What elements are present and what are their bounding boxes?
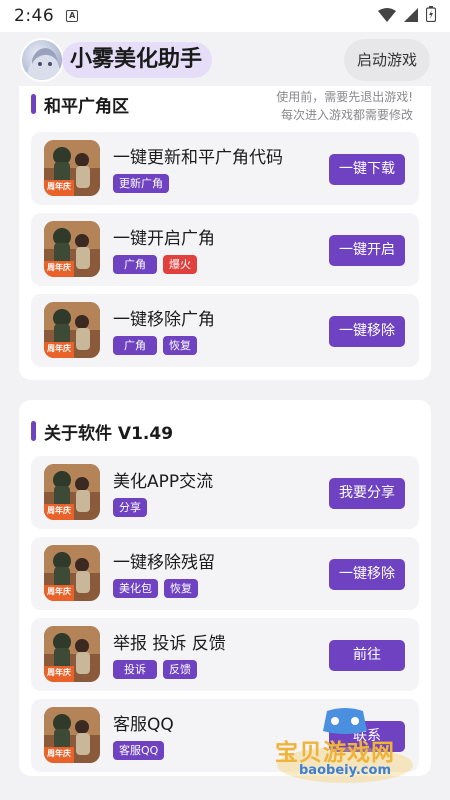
game-thumbnail: 周年庆 [44, 221, 100, 277]
tag: 客服QQ [113, 741, 165, 760]
anniversary-badge: 周年庆 [47, 506, 71, 515]
section-header: 关于软件 V1.49 [31, 419, 174, 444]
game-thumbnail: 周年庆 [44, 464, 100, 520]
signal-icon [404, 7, 418, 26]
game-thumbnail: 周年庆 [44, 707, 100, 763]
notice-line-1: 使用前，需要先退出游戏! [276, 90, 413, 104]
tag: 恢复 [163, 336, 197, 355]
section-title: 关于软件 V1.49 [44, 423, 174, 444]
status-time: 2:46 [14, 6, 55, 26]
section-title: 和平广角区 [44, 96, 129, 117]
tag: 分享 [113, 498, 147, 517]
anniversary-badge: 周年庆 [47, 263, 71, 272]
anniversary-badge: 周年庆 [47, 749, 71, 758]
app-header: 小雾美化助手 启动游戏 [0, 32, 450, 86]
tag: 反馈 [163, 660, 197, 679]
anniversary-badge: 周年庆 [47, 668, 71, 677]
tag: 投诉 [113, 660, 157, 679]
tag: 爆火 [163, 255, 197, 274]
enable-button[interactable]: 一键开启 [329, 235, 405, 266]
section-header: 和平广角区 [31, 92, 129, 117]
item-title: 客服QQ [113, 715, 174, 735]
item-title: 举报 投诉 反馈 [113, 634, 226, 654]
game-thumbnail: 周年庆 [44, 545, 100, 601]
goto-button[interactable]: 前往 [329, 640, 405, 671]
anniversary-badge: 周年庆 [47, 344, 71, 353]
notification-icon: A [66, 10, 79, 22]
item-title: 一键移除残留 [113, 553, 215, 573]
app-title: 小雾美化助手 [62, 42, 213, 78]
section-about: 关于软件 V1.49 周年庆 美化APP交流 分享 我要分享 周年庆 一键移除残… [19, 400, 431, 776]
tag: 美化包 [113, 579, 158, 598]
usage-notice: 使用前，需要先退出游戏! 每次进入游戏都需要修改 [276, 88, 413, 124]
tag: 更新广角 [113, 174, 169, 193]
share-button[interactable]: 我要分享 [329, 478, 405, 509]
anniversary-badge: 周年庆 [47, 587, 71, 596]
wifi-icon [378, 7, 396, 26]
game-thumbnail: 周年庆 [44, 302, 100, 358]
game-thumbnail: 周年庆 [44, 626, 100, 682]
remove-residue-button[interactable]: 一键移除 [329, 559, 405, 590]
list-item: 周年庆 一键移除广角 广角 恢复 一键移除 [31, 294, 419, 367]
download-button[interactable]: 一键下载 [329, 154, 405, 185]
notice-line-2: 每次进入游戏都需要修改 [280, 108, 413, 122]
item-title: 一键更新和平广角代码 [113, 148, 283, 168]
launch-game-button[interactable]: 启动游戏 [344, 39, 430, 81]
contact-button[interactable]: 联系 [329, 721, 405, 752]
tag: 广角 [113, 336, 157, 355]
status-bar: 2:46 A [0, 0, 450, 32]
tag: 恢复 [164, 579, 198, 598]
remove-button[interactable]: 一键移除 [329, 316, 405, 347]
list-item: 周年庆 客服QQ 客服QQ 联系 [31, 699, 419, 772]
section-accent-bar [31, 94, 36, 114]
list-item: 周年庆 一键移除残留 美化包 恢复 一键移除 [31, 537, 419, 610]
list-item: 周年庆 举报 投诉 反馈 投诉 反馈 前往 [31, 618, 419, 691]
anniversary-badge: 周年庆 [47, 182, 71, 191]
item-title: 美化APP交流 [113, 472, 214, 492]
list-item: 周年庆 美化APP交流 分享 我要分享 [31, 456, 419, 529]
item-title: 一键开启广角 [113, 229, 215, 249]
tag: 广角 [113, 255, 157, 274]
list-item: 周年庆 一键开启广角 广角 爆火 一键开启 [31, 213, 419, 286]
item-title: 一键移除广角 [113, 310, 215, 330]
game-thumbnail: 周年庆 [44, 140, 100, 196]
section-wide-angle: 和平广角区 使用前，需要先退出游戏! 每次进入游戏都需要修改 周年庆 一键更新和… [19, 86, 431, 380]
battery-icon [425, 6, 437, 26]
section-accent-bar [31, 421, 36, 441]
avatar[interactable] [20, 38, 64, 82]
list-item: 周年庆 一键更新和平广角代码 更新广角 一键下载 [31, 132, 419, 205]
